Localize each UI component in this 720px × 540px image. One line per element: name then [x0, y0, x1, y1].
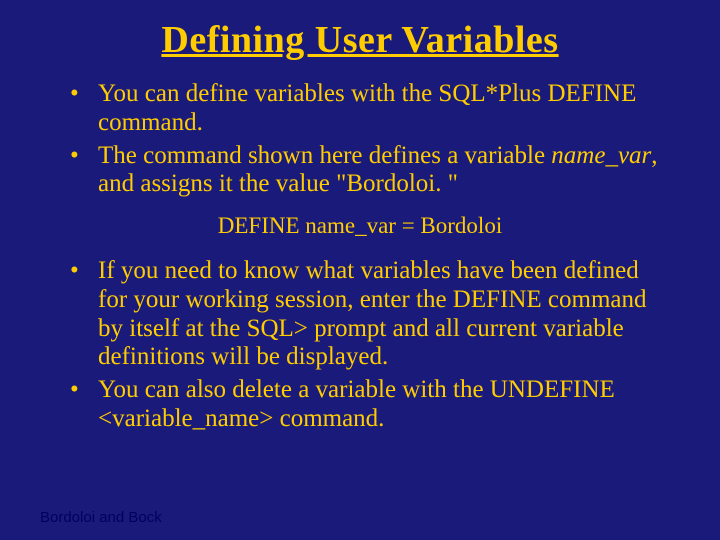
bullet-text: If you need to know what variables have … — [98, 257, 647, 370]
bullet-text: You can define variables with the SQL*Pl… — [98, 80, 636, 136]
slide: Defining User Variables You can define v… — [0, 0, 720, 540]
bullet-item: If you need to know what variables have … — [70, 257, 670, 372]
bullet-text-pre: The command shown here defines a variabl… — [98, 142, 551, 169]
bullet-text: You can also delete a variable with the … — [98, 376, 615, 432]
variable-name: name_var — [551, 142, 651, 169]
code-example: DEFINE name_var = Bordoloi — [40, 213, 680, 239]
bullet-item: The command shown here defines a variabl… — [70, 142, 670, 200]
bullet-list-bottom: If you need to know what variables have … — [40, 257, 680, 434]
bullet-list-top: You can define variables with the SQL*Pl… — [40, 80, 680, 199]
bullet-item: You can also delete a variable with the … — [70, 376, 670, 434]
footer-credit: Bordoloi and Bock — [40, 509, 162, 526]
bullet-item: You can define variables with the SQL*Pl… — [70, 80, 670, 138]
slide-title: Defining User Variables — [40, 18, 680, 62]
